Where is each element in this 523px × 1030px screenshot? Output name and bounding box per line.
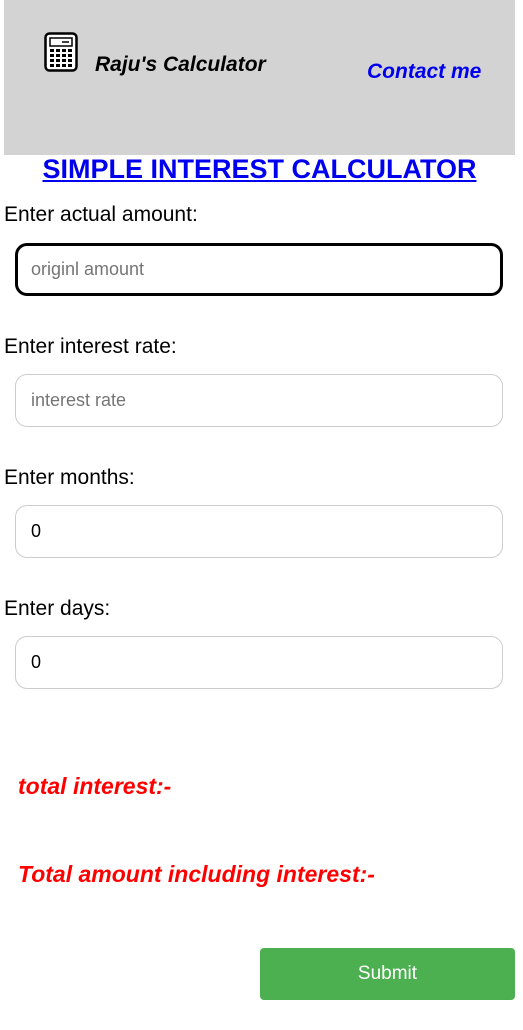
- days-input[interactable]: [15, 636, 503, 689]
- page: Raju's Calculator Contact me SIMPLE INTE…: [0, 0, 523, 1030]
- calculator-icon: [44, 32, 78, 72]
- interest-rate-input[interactable]: [15, 374, 503, 427]
- total-amount-result: Total amount including interest:-: [18, 861, 375, 887]
- amount-input[interactable]: [15, 243, 503, 296]
- submit-button[interactable]: Submit: [260, 948, 515, 1000]
- months-input[interactable]: [15, 505, 503, 558]
- header: Raju's Calculator Contact me: [4, 0, 515, 155]
- months-label: Enter months:: [4, 466, 135, 489]
- total-interest-result: total interest:-: [18, 773, 172, 799]
- rate-label: Enter interest rate:: [4, 335, 177, 358]
- days-label: Enter days:: [4, 597, 111, 620]
- amount-label: Enter actual amount:: [4, 203, 198, 226]
- page-title: SIMPLE INTEREST CALCULATOR: [42, 154, 477, 184]
- contact-link[interactable]: Contact me: [367, 60, 481, 84]
- brand-title: Raju's Calculator: [95, 53, 266, 76]
